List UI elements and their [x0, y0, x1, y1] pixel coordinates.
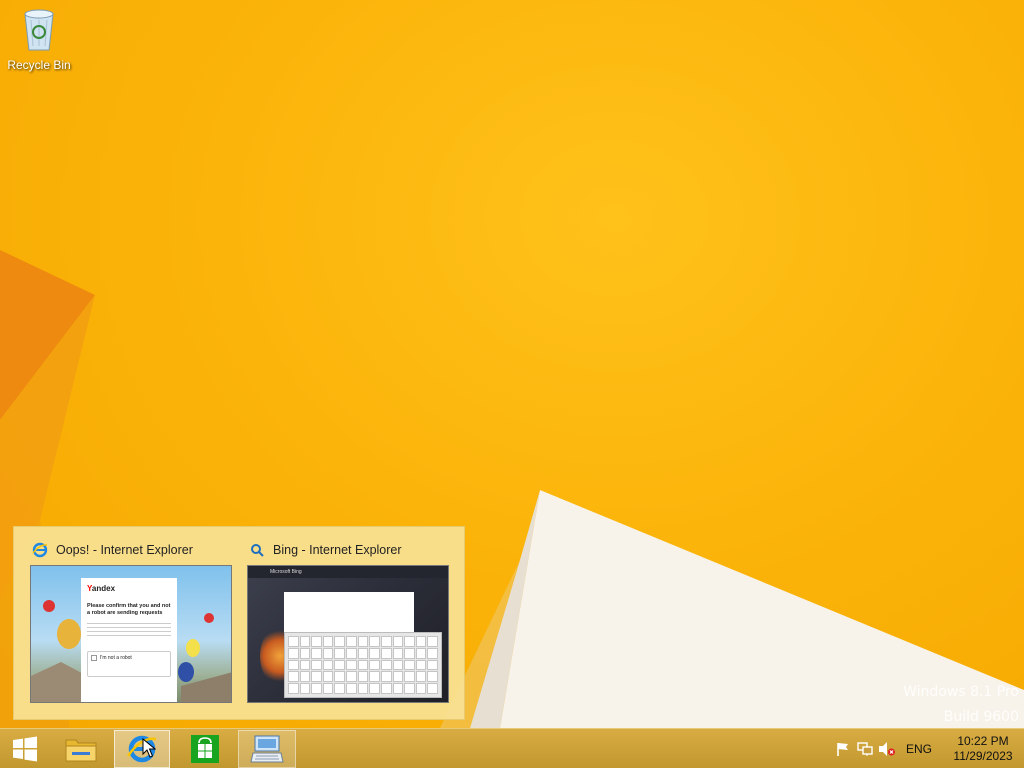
tray-action-center[interactable]: [832, 729, 854, 768]
watermark-edition: Windows 8.1 Pro: [903, 684, 1019, 700]
thumbnail-bing-ie[interactable]: Bing - Internet Explorer Microsoft Bing: [247, 539, 457, 703]
input-language-indicator[interactable]: ENG: [906, 742, 932, 756]
recycle-bin-label: Recycle Bin: [7, 58, 71, 72]
store-icon: [191, 735, 219, 763]
tray-volume[interactable]: [876, 729, 898, 768]
start-button[interactable]: [0, 730, 50, 768]
thumbnail-preview-bing: Microsoft Bing: [247, 565, 449, 703]
captcha-message: Please confirm that you and not a robot …: [87, 603, 171, 616]
captcha-checkbox: I'm not a robot: [87, 651, 171, 677]
bing-search-panel: [284, 592, 414, 632]
clock[interactable]: 10:22 PM 11/29/2023: [942, 734, 1024, 764]
internet-explorer-icon: [32, 542, 48, 558]
notification-area: ENG 10:22 PM 11/29/2023: [832, 729, 1024, 768]
tray-network[interactable]: [854, 729, 876, 768]
on-screen-keyboard-preview: [284, 632, 442, 698]
bing-search-icon: [251, 544, 264, 557]
taskbar: ENG 10:22 PM 11/29/2023: [0, 728, 1024, 768]
recycle-bin-icon: [24, 9, 54, 51]
windows-logo-icon: [13, 736, 37, 762]
flag-icon: [837, 743, 848, 756]
taskbar-store[interactable]: [177, 730, 233, 768]
clock-date: 11/29/2023: [953, 749, 1013, 763]
mouse-cursor-icon: [142, 738, 156, 758]
network-icon: [857, 742, 873, 756]
clock-time: 10:22 PM: [957, 734, 1009, 748]
watermark-build: Build 9600: [943, 709, 1019, 725]
thumbnail-title: Oops! - Internet Explorer: [56, 543, 193, 557]
thumbnail-preview-yandex: Yandex Please confirm that you and not a…: [30, 565, 232, 703]
yandex-logo: Yandex: [87, 584, 116, 593]
thumbnail-title: Bing - Internet Explorer: [273, 543, 402, 557]
taskbar-on-screen-keyboard[interactable]: [238, 730, 296, 768]
captcha-checkbox-label: I'm not a robot: [100, 655, 132, 661]
yandex-captcha-card: Yandex Please confirm that you and not a…: [81, 578, 177, 702]
thumbnail-oops-ie[interactable]: Oops! - Internet Explorer Yandex Please …: [30, 539, 240, 703]
folder-icon: [65, 739, 97, 762]
taskbar-file-explorer[interactable]: [55, 730, 107, 768]
speaker-muted-icon: [878, 742, 895, 756]
keyboard-icon: [250, 735, 284, 763]
taskbar-internet-explorer[interactable]: [114, 730, 170, 768]
taskbar-thumbnail-popup: Oops! - Internet Explorer Yandex Please …: [13, 526, 465, 720]
bing-top-bar: Microsoft Bing: [248, 566, 448, 578]
desktop-icon-recycle-bin[interactable]: Recycle Bin: [6, 6, 72, 72]
